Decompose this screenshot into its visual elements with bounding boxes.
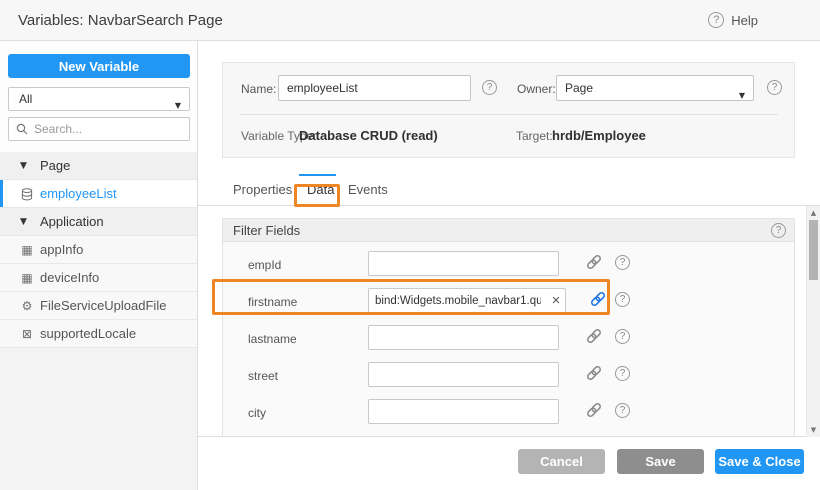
filter-row-lastname: lastname ? <box>223 322 794 359</box>
bind-link-icon[interactable] <box>585 253 605 273</box>
clear-bind-icon[interactable]: × <box>547 289 565 312</box>
field-label: city <box>248 406 266 420</box>
variable-type-value: Database CRUD (read) <box>299 128 438 143</box>
save-button[interactable]: Save <box>617 449 704 474</box>
tree-item-label: FileServiceUploadFile <box>40 292 166 320</box>
database-read-icon <box>19 180 35 208</box>
chevron-down-icon: ▼ <box>20 152 27 180</box>
filter-row-firstname: firstname × ? <box>223 285 794 322</box>
tab-events[interactable]: Events <box>348 174 388 206</box>
city-field[interactable] <box>368 399 559 424</box>
active-tab-indicator <box>299 174 336 176</box>
search-input[interactable] <box>34 122 189 136</box>
service-gear-icon: ⚙ <box>19 292 35 320</box>
tab-properties[interactable]: Properties <box>233 174 292 206</box>
sidebar-empty-area <box>0 348 197 490</box>
help-label: Help <box>731 13 758 28</box>
tree-item-employeelist[interactable]: employeeList <box>0 180 197 208</box>
tree-item-deviceinfo[interactable]: ▦ deviceInfo <box>0 264 197 292</box>
firstname-input[interactable] <box>369 295 547 307</box>
owner-help-icon[interactable]: ? <box>767 80 782 95</box>
field-help-icon[interactable]: ? <box>615 292 630 307</box>
info-grid-icon: ▦ <box>19 236 35 264</box>
chevron-down-icon: ▼ <box>20 208 27 236</box>
variable-filter-select[interactable]: All ▼ <box>8 87 190 111</box>
field-label: lastname <box>248 332 297 346</box>
help-button[interactable]: ? Help <box>708 12 758 28</box>
target-value: hrdb/Employee <box>552 128 646 143</box>
variables-tree: ▼ Page employeeList ▼ Application ▦ appI… <box>0 152 197 348</box>
data-tab-content: Filter Fields ? empId ? firstname × ? la… <box>198 206 820 437</box>
variables-sidebar: New Variable All ▼ ▼ Page employeeList <box>0 41 198 490</box>
bind-link-icon[interactable] <box>589 290 609 310</box>
chevron-down-icon: ▼ <box>739 84 745 108</box>
filter-row-empid: empId ? <box>223 248 794 285</box>
tree-section-application[interactable]: ▼ Application <box>0 208 197 236</box>
tree-item-label: deviceInfo <box>40 264 99 292</box>
variable-filter-value: All <box>19 92 32 106</box>
empid-field[interactable] <box>368 251 559 276</box>
filter-fields-help-icon[interactable]: ? <box>771 223 786 238</box>
field-label: firstname <box>248 295 297 309</box>
name-help-icon[interactable]: ? <box>482 80 497 95</box>
tree-item-label: employeeList <box>40 180 117 208</box>
field-help-icon[interactable]: ? <box>615 255 630 270</box>
city-input[interactable] <box>369 406 558 418</box>
name-label: Name:* <box>241 82 283 96</box>
field-label: empId <box>248 258 281 272</box>
tree-item-appinfo[interactable]: ▦ appInfo <box>0 236 197 264</box>
field-help-icon[interactable]: ? <box>615 403 630 418</box>
scroll-up-icon[interactable]: ▲ <box>807 209 820 217</box>
empid-input[interactable] <box>369 258 558 270</box>
new-variable-button[interactable]: New Variable <box>8 54 190 78</box>
tree-item-label: appInfo <box>40 236 83 264</box>
bind-link-icon[interactable] <box>585 364 605 384</box>
filter-row-street: street ? <box>223 359 794 396</box>
save-and-close-button[interactable]: Save & Close <box>715 449 804 474</box>
owner-value: Page <box>565 81 593 95</box>
lastname-input[interactable] <box>369 332 558 344</box>
tree-section-label: Page <box>40 152 70 180</box>
tab-data[interactable]: Data <box>307 174 334 206</box>
owner-select[interactable]: Page ▼ <box>556 75 754 101</box>
bind-link-icon[interactable] <box>585 327 605 347</box>
variable-search[interactable] <box>8 117 190 141</box>
street-field[interactable] <box>368 362 559 387</box>
search-icon <box>16 123 28 135</box>
scroll-down-icon[interactable]: ▼ <box>807 426 820 434</box>
street-input[interactable] <box>369 369 558 381</box>
bind-link-icon[interactable] <box>585 401 605 421</box>
tree-item-label: supportedLocale <box>40 320 136 348</box>
variable-tabs: Properties Data Events <box>198 174 820 206</box>
filter-fields-panel: Filter Fields ? empId ? firstname × ? la… <box>222 218 795 437</box>
chevron-down-icon: ▼ <box>175 95 181 117</box>
question-circle-icon: ? <box>708 12 724 28</box>
tree-item-supportedlocale[interactable]: ⊠ supportedLocale <box>0 320 197 348</box>
content-scrollbar-thumb[interactable] <box>809 220 818 280</box>
tree-item-fileserviceuploadfile[interactable]: ⚙ FileServiceUploadFile <box>0 292 197 320</box>
field-label: street <box>248 369 278 383</box>
summary-divider <box>239 114 778 115</box>
page-title: Variables: NavbarSearch Page <box>18 0 223 41</box>
target-label: Target: <box>516 129 553 143</box>
filter-fields-title: Filter Fields <box>233 223 300 238</box>
field-help-icon[interactable]: ? <box>615 366 630 381</box>
variable-summary-box: Name:* ? Owner:* Page ▼ ? Variable Type:… <box>222 62 795 158</box>
filter-row-city: city ? <box>223 396 794 433</box>
tree-section-page[interactable]: ▼ Page <box>0 152 197 180</box>
filter-fields-header: Filter Fields ? <box>223 219 794 242</box>
locale-icon: ⊠ <box>19 320 35 348</box>
info-grid-icon: ▦ <box>19 264 35 292</box>
dialog-header: Variables: NavbarSearch Page ? Help <box>0 0 820 41</box>
field-help-icon[interactable]: ? <box>615 329 630 344</box>
name-field[interactable] <box>278 75 471 101</box>
content-scrollbar[interactable]: ▲ ▼ <box>806 206 820 437</box>
tree-section-label: Application <box>40 208 104 236</box>
variables-dialog: Variables: NavbarSearch Page ? Help New … <box>0 0 820 490</box>
cancel-button[interactable]: Cancel <box>518 449 605 474</box>
lastname-field[interactable] <box>368 325 559 350</box>
firstname-field[interactable]: × <box>368 288 566 313</box>
